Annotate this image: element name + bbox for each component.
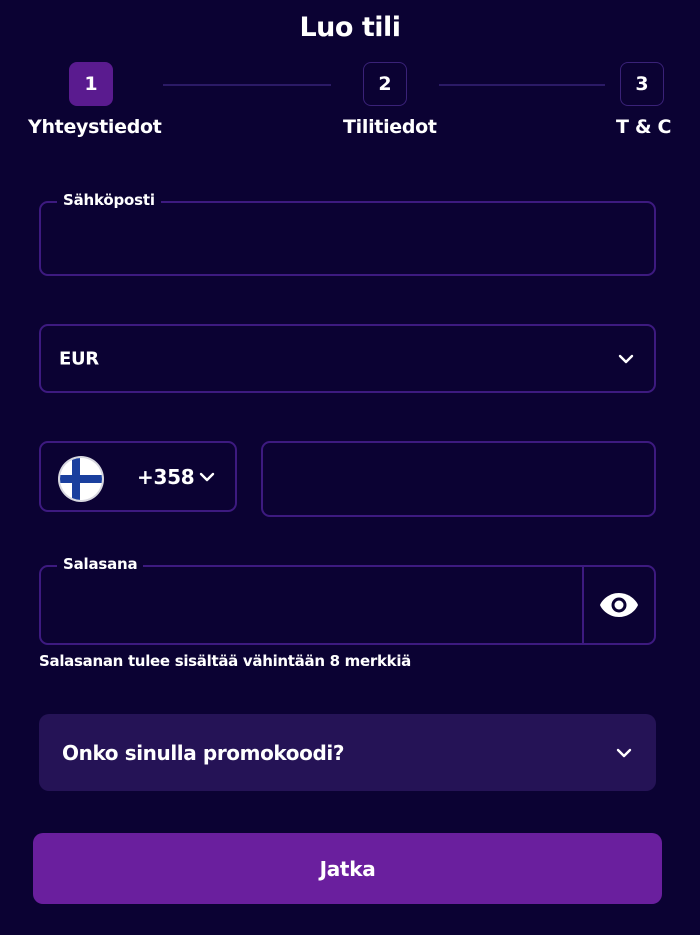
chevron-down-icon: [616, 748, 632, 757]
eye-icon[interactable]: [599, 591, 639, 619]
step-3-indicator[interactable]: 3: [620, 62, 664, 106]
continue-button[interactable]: Jatka: [33, 833, 662, 904]
promo-code-label: Onko sinulla promokoodi?: [62, 740, 345, 765]
email-field[interactable]: Sähköposti: [39, 191, 656, 276]
phone-country-code: +358: [137, 464, 195, 489]
chevron-down-icon: [618, 354, 634, 363]
step-1-label: Yhteystiedot: [28, 116, 162, 138]
step-1-indicator[interactable]: 1: [69, 62, 113, 106]
step-2-label: Tilitiedot: [343, 116, 437, 138]
finland-flag-icon: [60, 458, 102, 500]
password-label: Salasana: [57, 555, 144, 573]
email-label: Sähköposti: [57, 191, 161, 209]
step-connector: [163, 84, 331, 86]
page-title: Luo tili: [299, 12, 401, 43]
currency-select[interactable]: EUR: [39, 324, 656, 393]
promo-code-toggle[interactable]: Onko sinulla promokoodi?: [39, 714, 656, 791]
step-connector: [439, 84, 605, 86]
phone-country-select[interactable]: +358: [39, 441, 237, 512]
password-helper-text: Salasanan tulee sisältää vähintään 8 mer…: [39, 652, 411, 670]
step-2-indicator[interactable]: 2: [363, 62, 407, 106]
phone-number-input[interactable]: [261, 441, 656, 517]
chevron-down-icon: [199, 472, 215, 481]
divider: [582, 567, 584, 643]
password-field[interactable]: Salasana: [39, 555, 656, 645]
step-3-label: T & C: [616, 116, 672, 138]
currency-value: EUR: [59, 348, 99, 369]
